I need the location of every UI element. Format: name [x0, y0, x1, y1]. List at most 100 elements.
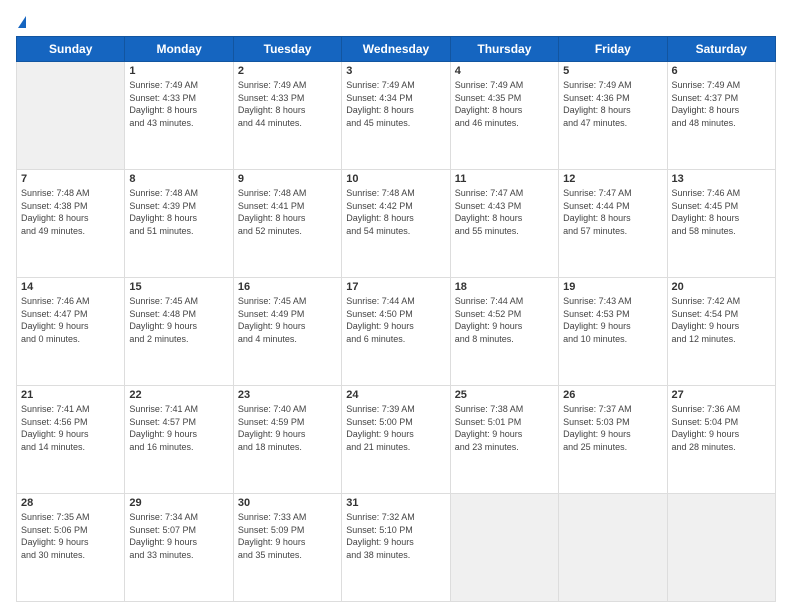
day-info: Sunrise: 7:49 AMSunset: 4:33 PMDaylight:… — [238, 79, 337, 129]
calendar-cell — [450, 494, 558, 602]
day-info: Sunrise: 7:49 AMSunset: 4:33 PMDaylight:… — [129, 79, 228, 129]
weekday-header-thursday: Thursday — [450, 37, 558, 62]
day-number: 3 — [346, 65, 445, 77]
calendar-cell: 25 Sunrise: 7:38 AMSunset: 5:01 PMDayligh… — [450, 386, 558, 494]
day-number: 19 — [563, 281, 662, 293]
calendar-week-3: 21 Sunrise: 7:41 AMSunset: 4:56 PMDayligh… — [17, 386, 776, 494]
day-info: Sunrise: 7:41 AMSunset: 4:56 PMDaylight:… — [21, 403, 120, 453]
calendar-week-4: 28Sunrise: 7:35 AMSunset: 5:06 PMDayligh… — [17, 494, 776, 602]
calendar-cell: 20 Sunrise: 7:42 AMSunset: 4:54 PMDayligh… — [667, 278, 775, 386]
calendar-cell: 9 Sunrise: 7:48 AMSunset: 4:41 PMDaylight… — [233, 170, 341, 278]
weekday-header-wednesday: Wednesday — [342, 37, 450, 62]
day-number: 18 — [455, 281, 554, 293]
day-number: 25 — [455, 389, 554, 401]
day-info: Sunrise: 7:49 AMSunset: 4:35 PMDaylight:… — [455, 79, 554, 129]
calendar-cell: 11 Sunrise: 7:47 AMSunset: 4:43 PMDayligh… — [450, 170, 558, 278]
calendar-cell: 10 Sunrise: 7:48 AMSunset: 4:42 PMDayligh… — [342, 170, 450, 278]
calendar-cell: 27Sunrise: 7:36 AMSunset: 5:04 PMDayligh… — [667, 386, 775, 494]
calendar-cell — [559, 494, 667, 602]
day-info: Sunrise: 7:48 AMSunset: 4:42 PMDaylight:… — [346, 187, 445, 237]
weekday-header-tuesday: Tuesday — [233, 37, 341, 62]
day-info: Sunrise: 7:47 AMSunset: 4:44 PMDaylight:… — [563, 187, 662, 237]
day-info: Sunrise: 7:49 AMSunset: 4:37 PMDaylight:… — [672, 79, 771, 129]
day-number: 28 — [21, 497, 120, 509]
calendar-cell: 17Sunrise: 7:44 AMSunset: 4:50 PMDayligh… — [342, 278, 450, 386]
day-info: Sunrise: 7:38 AMSunset: 5:01 PMDaylight:… — [455, 403, 554, 453]
day-info: Sunrise: 7:46 AMSunset: 4:45 PMDaylight:… — [672, 187, 771, 237]
calendar-week-2: 14Sunrise: 7:46 AMSunset: 4:47 PMDayligh… — [17, 278, 776, 386]
day-info: Sunrise: 7:44 AMSunset: 4:52 PMDaylight:… — [455, 295, 554, 345]
calendar-week-1: 7 Sunrise: 7:48 AMSunset: 4:38 PMDaylight… — [17, 170, 776, 278]
day-info: Sunrise: 7:32 AMSunset: 5:10 PMDaylight:… — [346, 511, 445, 561]
page: SundayMondayTuesdayWednesdayThursdayFrid… — [0, 0, 792, 612]
calendar-cell: 29 Sunrise: 7:34 AMSunset: 5:07 PMDayligh… — [125, 494, 233, 602]
day-info: Sunrise: 7:37 AMSunset: 5:03 PMDaylight:… — [563, 403, 662, 453]
day-number: 21 — [21, 389, 120, 401]
day-number: 2 — [238, 65, 337, 77]
day-number: 15 — [129, 281, 228, 293]
day-number: 20 — [672, 281, 771, 293]
weekday-header-monday: Monday — [125, 37, 233, 62]
day-info: Sunrise: 7:49 AMSunset: 4:34 PMDaylight:… — [346, 79, 445, 129]
day-number: 5 — [563, 65, 662, 77]
day-number: 23 — [238, 389, 337, 401]
day-number: 8 — [129, 173, 228, 185]
day-number: 31 — [346, 497, 445, 509]
calendar-cell: 4 Sunrise: 7:49 AMSunset: 4:35 PMDaylight… — [450, 62, 558, 170]
day-number: 30 — [238, 497, 337, 509]
calendar-cell: 16 Sunrise: 7:45 AMSunset: 4:49 PMDayligh… — [233, 278, 341, 386]
weekday-header-sunday: Sunday — [17, 37, 125, 62]
calendar-cell: 21 Sunrise: 7:41 AMSunset: 4:56 PMDayligh… — [17, 386, 125, 494]
day-number: 27 — [672, 389, 771, 401]
day-number: 10 — [346, 173, 445, 185]
calendar-cell: 24 Sunrise: 7:39 AMSunset: 5:00 PMDayligh… — [342, 386, 450, 494]
day-info: Sunrise: 7:41 AMSunset: 4:57 PMDaylight:… — [129, 403, 228, 453]
day-number: 13 — [672, 173, 771, 185]
calendar-cell: 12 Sunrise: 7:47 AMSunset: 4:44 PMDayligh… — [559, 170, 667, 278]
calendar-cell: 28Sunrise: 7:35 AMSunset: 5:06 PMDayligh… — [17, 494, 125, 602]
calendar-cell: 5 Sunrise: 7:49 AMSunset: 4:36 PMDaylight… — [559, 62, 667, 170]
day-info: Sunrise: 7:47 AMSunset: 4:43 PMDaylight:… — [455, 187, 554, 237]
calendar-cell: 8 Sunrise: 7:48 AMSunset: 4:39 PMDaylight… — [125, 170, 233, 278]
day-number: 17 — [346, 281, 445, 293]
calendar-cell: 7 Sunrise: 7:48 AMSunset: 4:38 PMDaylight… — [17, 170, 125, 278]
calendar-cell: 18 Sunrise: 7:44 AMSunset: 4:52 PMDayligh… — [450, 278, 558, 386]
day-number: 4 — [455, 65, 554, 77]
calendar-cell: 19Sunrise: 7:43 AMSunset: 4:53 PMDayligh… — [559, 278, 667, 386]
calendar-cell — [667, 494, 775, 602]
weekday-header-saturday: Saturday — [667, 37, 775, 62]
calendar-cell: 13 Sunrise: 7:46 AMSunset: 4:45 PMDayligh… — [667, 170, 775, 278]
logo-triangle-icon — [18, 16, 26, 28]
logo-line1 — [16, 16, 26, 28]
calendar-cell: 30Sunrise: 7:33 AMSunset: 5:09 PMDayligh… — [233, 494, 341, 602]
day-info: Sunrise: 7:34 AMSunset: 5:07 PMDaylight:… — [129, 511, 228, 561]
calendar-cell: 26Sunrise: 7:37 AMSunset: 5:03 PMDayligh… — [559, 386, 667, 494]
calendar-week-0: 1 Sunrise: 7:49 AMSunset: 4:33 PMDaylight… — [17, 62, 776, 170]
calendar-cell: 14Sunrise: 7:46 AMSunset: 4:47 PMDayligh… — [17, 278, 125, 386]
calendar-cell: 23 Sunrise: 7:40 AMSunset: 4:59 PMDayligh… — [233, 386, 341, 494]
day-info: Sunrise: 7:45 AMSunset: 4:49 PMDaylight:… — [238, 295, 337, 345]
day-info: Sunrise: 7:48 AMSunset: 4:41 PMDaylight:… — [238, 187, 337, 237]
day-number: 29 — [129, 497, 228, 509]
day-number: 24 — [346, 389, 445, 401]
calendar-cell: 1 Sunrise: 7:49 AMSunset: 4:33 PMDaylight… — [125, 62, 233, 170]
logo — [16, 16, 26, 28]
day-number: 16 — [238, 281, 337, 293]
day-number: 22 — [129, 389, 228, 401]
day-info: Sunrise: 7:40 AMSunset: 4:59 PMDaylight:… — [238, 403, 337, 453]
calendar-cell: 3 Sunrise: 7:49 AMSunset: 4:34 PMDaylight… — [342, 62, 450, 170]
day-info: Sunrise: 7:42 AMSunset: 4:54 PMDaylight:… — [672, 295, 771, 345]
day-number: 11 — [455, 173, 554, 185]
day-number: 12 — [563, 173, 662, 185]
day-number: 9 — [238, 173, 337, 185]
day-info: Sunrise: 7:45 AMSunset: 4:48 PMDaylight:… — [129, 295, 228, 345]
day-number: 7 — [21, 173, 120, 185]
header — [16, 16, 776, 28]
day-info: Sunrise: 7:48 AMSunset: 4:38 PMDaylight:… — [21, 187, 120, 237]
calendar-cell: 2 Sunrise: 7:49 AMSunset: 4:33 PMDaylight… — [233, 62, 341, 170]
day-info: Sunrise: 7:49 AMSunset: 4:36 PMDaylight:… — [563, 79, 662, 129]
day-info: Sunrise: 7:39 AMSunset: 5:00 PMDaylight:… — [346, 403, 445, 453]
day-info: Sunrise: 7:48 AMSunset: 4:39 PMDaylight:… — [129, 187, 228, 237]
day-number: 1 — [129, 65, 228, 77]
day-info: Sunrise: 7:46 AMSunset: 4:47 PMDaylight:… — [21, 295, 120, 345]
